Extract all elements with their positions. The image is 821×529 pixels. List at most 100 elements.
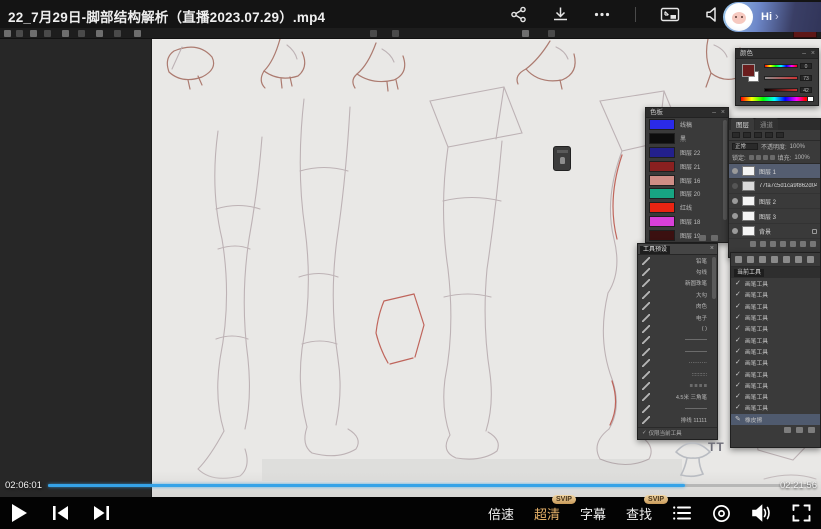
tool-preset-row[interactable]: 肉色 bbox=[638, 301, 717, 312]
close-icon[interactable]: × bbox=[710, 245, 714, 252]
new-layer-icon[interactable] bbox=[800, 241, 806, 247]
layer-thumbnail[interactable] bbox=[742, 181, 755, 191]
tool-preset-row[interactable]: 电子 bbox=[638, 312, 717, 323]
new-swatch-icon[interactable] bbox=[699, 235, 706, 241]
layer-row-background[interactable]: 背景 bbox=[729, 224, 820, 239]
tool-preset-row[interactable]: ———— bbox=[638, 403, 717, 414]
color-spectrum-ramp[interactable] bbox=[740, 96, 809, 102]
tool-preset-row[interactable]: ( ) bbox=[638, 323, 717, 334]
layer-mask-icon[interactable] bbox=[770, 241, 776, 247]
color-panel-header[interactable]: 颜色 – × bbox=[736, 49, 818, 59]
optbar-icon[interactable] bbox=[548, 30, 555, 37]
visibility-eye-icon[interactable] bbox=[732, 228, 738, 234]
filter-icon[interactable] bbox=[765, 132, 773, 138]
optbar-icon[interactable] bbox=[392, 30, 399, 37]
layer-thumbnail[interactable] bbox=[742, 226, 755, 236]
swatch-row[interactable]: 图层 21 bbox=[646, 159, 728, 173]
find-button[interactable]: 查找 SVIP bbox=[626, 504, 652, 523]
tool-preset-row[interactable]: 大勾 bbox=[638, 289, 717, 300]
layer-row[interactable]: 77fa7c5d1ca9f862d04d8bd4cb4... bbox=[729, 179, 820, 194]
filter-icon[interactable] bbox=[776, 132, 784, 138]
tool-icon[interactable] bbox=[783, 256, 790, 263]
account-button[interactable]: Hi › bbox=[723, 2, 821, 32]
close-icon[interactable]: × bbox=[811, 51, 815, 57]
hue-value[interactable]: 0 bbox=[800, 63, 812, 69]
tool-preset-row[interactable]: 铅笔 bbox=[638, 255, 717, 266]
lock-icon[interactable] bbox=[770, 155, 775, 160]
layer-row[interactable]: 图层 2 bbox=[729, 194, 820, 209]
optbar-icon[interactable] bbox=[114, 30, 121, 37]
tool-icon[interactable] bbox=[747, 256, 754, 263]
optbar-icon[interactable] bbox=[16, 30, 23, 37]
volume-icon[interactable] bbox=[751, 504, 772, 522]
color-chip[interactable] bbox=[649, 188, 675, 199]
visibility-eye-icon[interactable] bbox=[732, 213, 738, 219]
layer-thumbnail[interactable] bbox=[742, 196, 755, 206]
tool-preset-row[interactable]: 勾线 bbox=[638, 266, 717, 277]
tool-icon[interactable] bbox=[807, 256, 814, 263]
preset-tool-row[interactable]: ✓画笔工具 bbox=[731, 402, 820, 413]
color-chip[interactable] bbox=[649, 216, 675, 227]
layer-row[interactable]: 图层 3 bbox=[729, 209, 820, 224]
preset-tool-row[interactable]: ✓画笔工具 bbox=[731, 357, 820, 368]
preset-tool-row[interactable]: ✓画笔工具 bbox=[731, 301, 820, 312]
mute-speaker-icon[interactable] bbox=[704, 6, 721, 23]
tool-preset-row[interactable]: :::::::::: bbox=[638, 369, 717, 380]
foreground-color-swatch[interactable] bbox=[742, 64, 755, 77]
quality-button[interactable]: 超清 SVIP bbox=[534, 504, 560, 523]
preset-tool-row[interactable]: ✓画笔工具 bbox=[731, 334, 820, 345]
preset-tool-row[interactable]: ✓画笔工具 bbox=[731, 391, 820, 402]
saturation-slider[interactable] bbox=[764, 76, 798, 80]
tool-preset-row[interactable]: 4.5米 三角笔 bbox=[638, 392, 717, 403]
opacity-value[interactable]: 100% bbox=[790, 144, 805, 150]
delete-layer-icon[interactable] bbox=[810, 241, 816, 247]
optbar-icon[interactable] bbox=[44, 30, 51, 37]
playlist-icon[interactable] bbox=[672, 504, 692, 522]
new-group-icon[interactable] bbox=[790, 241, 796, 247]
layer-style-icon[interactable] bbox=[760, 241, 766, 247]
swatch-row[interactable]: 图层 16 bbox=[646, 173, 728, 187]
color-chip[interactable] bbox=[649, 133, 675, 144]
preset-tool-row[interactable]: ✓画笔工具 bbox=[731, 346, 820, 357]
swatch-row[interactable]: 图层 22 bbox=[646, 146, 728, 160]
filter-icon[interactable] bbox=[754, 132, 762, 138]
preset-tool-row[interactable]: ✓画笔工具 bbox=[731, 312, 820, 323]
color-chip[interactable] bbox=[649, 119, 675, 130]
floating-mini-widget[interactable] bbox=[553, 146, 571, 171]
lock-icon[interactable] bbox=[756, 155, 761, 160]
swatch-row[interactable]: 图层 18 bbox=[646, 215, 728, 229]
swatch-row[interactable]: 线稿 bbox=[646, 118, 728, 132]
optbar-icon[interactable] bbox=[522, 30, 529, 37]
previous-button[interactable] bbox=[52, 505, 69, 521]
tool-icon[interactable] bbox=[771, 256, 778, 263]
swatch-row[interactable]: 图层 20 bbox=[646, 187, 728, 201]
tool-icon[interactable] bbox=[759, 256, 766, 263]
tab-channels[interactable]: 通道 bbox=[755, 118, 778, 130]
playback-speed-button[interactable]: 倍速 bbox=[488, 504, 514, 523]
preset-tool-row[interactable]: ✓画笔工具 bbox=[731, 323, 820, 334]
tab-layers[interactable]: 图层 bbox=[731, 118, 754, 130]
layer-thumbnail[interactable] bbox=[742, 211, 755, 221]
visibility-eye-icon[interactable] bbox=[732, 183, 738, 189]
preset-tool-row[interactable]: ✓画笔工具 bbox=[731, 380, 820, 391]
preset-tool-row[interactable]: ✓画笔工具 bbox=[731, 368, 820, 379]
tool-preset-row[interactable]: ———— bbox=[638, 335, 717, 346]
preset-tool-row[interactable]: ✓画笔工具 bbox=[731, 278, 820, 289]
fullscreen-icon[interactable] bbox=[792, 504, 811, 522]
preset-tool-row[interactable]: ✓画笔工具 bbox=[731, 289, 820, 300]
fill-value[interactable]: 100% bbox=[794, 155, 809, 161]
optbar-icon[interactable] bbox=[62, 30, 69, 37]
link-layers-icon[interactable] bbox=[750, 241, 756, 247]
sort-icon[interactable] bbox=[784, 427, 791, 433]
brightness-value[interactable]: 42 bbox=[800, 87, 812, 93]
white-chip[interactable] bbox=[807, 96, 814, 102]
tool-icon[interactable] bbox=[795, 256, 802, 263]
color-chip[interactable] bbox=[649, 175, 675, 186]
layer-thumbnail[interactable] bbox=[742, 166, 755, 176]
hue-slider[interactable] bbox=[764, 64, 798, 68]
visibility-eye-icon[interactable] bbox=[732, 198, 738, 204]
optbar-icon[interactable] bbox=[78, 30, 85, 37]
scrollbar[interactable] bbox=[723, 120, 727, 220]
minimize-icon[interactable]: – bbox=[802, 51, 806, 57]
layer-row-selected[interactable]: 图层 1 bbox=[729, 164, 820, 179]
